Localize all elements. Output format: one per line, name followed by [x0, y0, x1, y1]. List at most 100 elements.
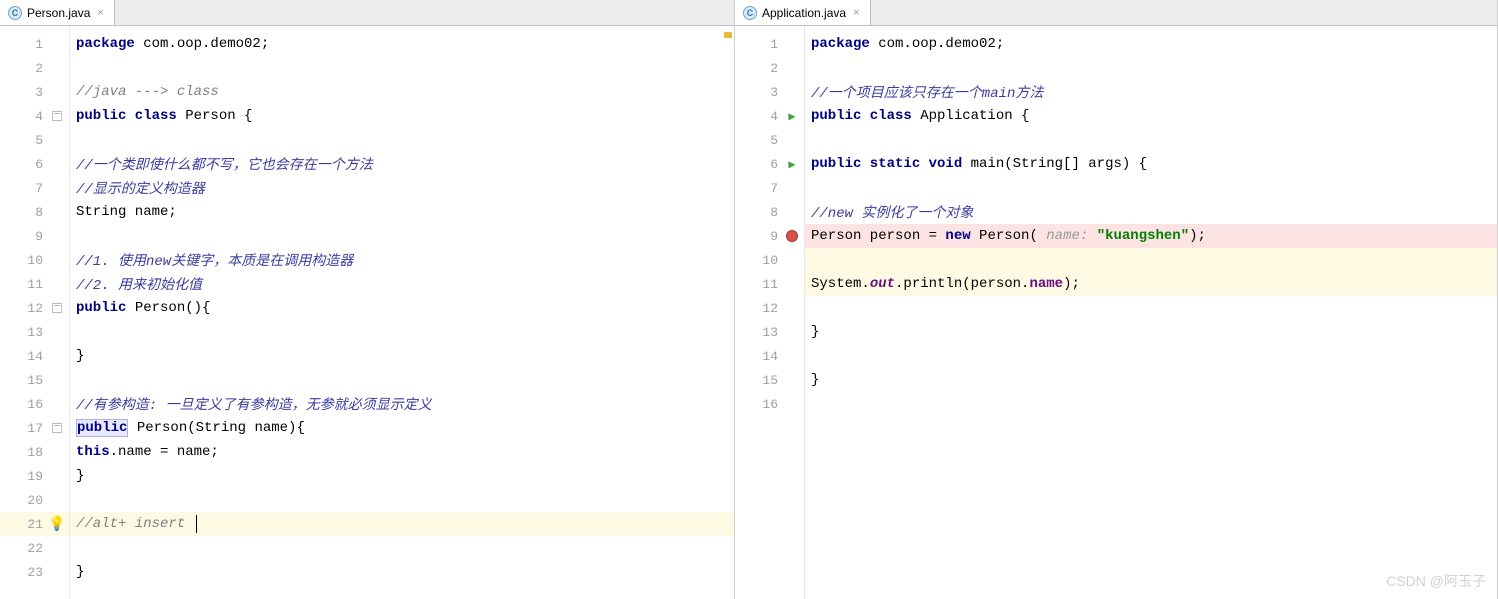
gutter-line[interactable]: 12: [735, 296, 804, 320]
code-line[interactable]: [805, 128, 1497, 152]
bulb-icon[interactable]: 💡: [49, 516, 65, 532]
code-line[interactable]: //alt+ insert: [70, 512, 734, 536]
gutter-line[interactable]: 10: [735, 248, 804, 272]
gutter-line[interactable]: 2: [0, 56, 69, 80]
gutter-line[interactable]: 3: [735, 80, 804, 104]
code-line[interactable]: //java ---> class: [70, 80, 734, 104]
code-line[interactable]: System.out.println(person.name);: [805, 272, 1497, 296]
run-icon[interactable]: ▶: [784, 156, 800, 172]
gutter-line[interactable]: 11: [0, 272, 69, 296]
code-line[interactable]: package com.oop.demo02;: [70, 32, 734, 56]
watermark: CSDN @阿玉子: [1386, 571, 1486, 591]
code-line[interactable]: [70, 488, 734, 512]
close-icon[interactable]: ×: [851, 7, 861, 19]
code-line[interactable]: public class Person {: [70, 104, 734, 128]
gutter-right: 1 2 3 4▶ 5 6▶ 7 8 9 10 11 12 13 14 15 16: [735, 26, 805, 599]
code-line[interactable]: Person person = new Person( name: "kuang…: [805, 224, 1497, 248]
code-line[interactable]: }: [70, 464, 734, 488]
editor-panel-right: Application.java × 1 2 3 4▶ 5 6▶ 7 8 9 1…: [735, 0, 1498, 599]
text-cursor: [196, 515, 197, 533]
gutter-line[interactable]: 11: [735, 272, 804, 296]
code-line[interactable]: //1. 使用new关键字，本质是在调用构造器: [70, 248, 734, 272]
gutter-line[interactable]: 4−: [0, 104, 69, 128]
close-icon[interactable]: ×: [95, 7, 105, 19]
gutter-line[interactable]: 22: [0, 536, 69, 560]
gutter-line[interactable]: 8: [735, 200, 804, 224]
code-line[interactable]: String name;: [70, 200, 734, 224]
code-line[interactable]: }: [70, 560, 734, 584]
gutter-line[interactable]: 10: [0, 248, 69, 272]
gutter-line[interactable]: 16: [0, 392, 69, 416]
gutter-line[interactable]: 4▶: [735, 104, 804, 128]
code-line[interactable]: [805, 344, 1497, 368]
gutter-line[interactable]: 15: [0, 368, 69, 392]
code-line[interactable]: this.name = name;: [70, 440, 734, 464]
code-line[interactable]: //显示的定义构造器: [70, 176, 734, 200]
gutter-line[interactable]: 18: [0, 440, 69, 464]
gutter-line[interactable]: 9: [735, 224, 804, 248]
gutter-left: 1 2 3 4− 5 6 7 8 9 10 11 12− 13 14 15 16…: [0, 26, 70, 599]
fold-icon[interactable]: −: [52, 303, 62, 313]
gutter-line[interactable]: 7: [735, 176, 804, 200]
gutter-line[interactable]: 6▶: [735, 152, 804, 176]
gutter-line[interactable]: 15: [735, 368, 804, 392]
fold-icon[interactable]: −: [52, 111, 62, 121]
gutter-line[interactable]: 17−: [0, 416, 69, 440]
code-line[interactable]: [70, 56, 734, 80]
gutter-line[interactable]: 23: [0, 560, 69, 584]
gutter-line[interactable]: 14: [735, 344, 804, 368]
code-line[interactable]: [70, 536, 734, 560]
editor-panel-left: Person.java × 1 2 3 4− 5 6 7 8 9 10 11 1…: [0, 0, 735, 599]
editor-left[interactable]: 1 2 3 4− 5 6 7 8 9 10 11 12− 13 14 15 16…: [0, 26, 734, 599]
gutter-line[interactable]: 13: [735, 320, 804, 344]
code-line[interactable]: [70, 320, 734, 344]
gutter-line[interactable]: 8: [0, 200, 69, 224]
gutter-line[interactable]: 20: [0, 488, 69, 512]
code-line[interactable]: [805, 296, 1497, 320]
code-line[interactable]: //一个项目应该只存在一个main方法: [805, 80, 1497, 104]
gutter-line[interactable]: 14: [0, 344, 69, 368]
gutter-line[interactable]: 3: [0, 80, 69, 104]
code-line[interactable]: [805, 248, 1497, 272]
code-line[interactable]: package com.oop.demo02;: [805, 32, 1497, 56]
code-line[interactable]: }: [805, 368, 1497, 392]
gutter-line[interactable]: 1: [735, 32, 804, 56]
gutter-line[interactable]: 6: [0, 152, 69, 176]
gutter-line[interactable]: 7: [0, 176, 69, 200]
code-right[interactable]: package com.oop.demo02; //一个项目应该只存在一个mai…: [805, 26, 1497, 599]
code-line[interactable]: public Person(){: [70, 296, 734, 320]
code-line[interactable]: //一个类即使什么都不写，它也会存在一个方法: [70, 152, 734, 176]
code-line[interactable]: public class Application {: [805, 104, 1497, 128]
gutter-line[interactable]: 16: [735, 392, 804, 416]
code-line[interactable]: [805, 392, 1497, 416]
code-line[interactable]: [805, 176, 1497, 200]
gutter-line[interactable]: 13: [0, 320, 69, 344]
code-left[interactable]: package com.oop.demo02; //java ---> clas…: [70, 26, 734, 599]
code-line[interactable]: [70, 128, 734, 152]
tab-application[interactable]: Application.java ×: [735, 0, 871, 25]
breakpoint-icon[interactable]: [784, 228, 800, 244]
gutter-line[interactable]: 12−: [0, 296, 69, 320]
tab-person[interactable]: Person.java ×: [0, 0, 115, 25]
gutter-line[interactable]: 5: [735, 128, 804, 152]
code-line[interactable]: [805, 56, 1497, 80]
code-line[interactable]: }: [70, 344, 734, 368]
gutter-line[interactable]: 1: [0, 32, 69, 56]
code-line[interactable]: }: [805, 320, 1497, 344]
tab-label: Application.java: [762, 6, 846, 20]
gutter-line[interactable]: 2: [735, 56, 804, 80]
run-icon[interactable]: ▶: [784, 108, 800, 124]
editor-right[interactable]: 1 2 3 4▶ 5 6▶ 7 8 9 10 11 12 13 14 15 16…: [735, 26, 1497, 599]
code-line[interactable]: //2. 用来初始化值: [70, 272, 734, 296]
gutter-line[interactable]: 19: [0, 464, 69, 488]
code-line[interactable]: //有参构造: 一旦定义了有参构造，无参就必须显示定义: [70, 392, 734, 416]
code-line[interactable]: public Person(String name){: [70, 416, 734, 440]
code-line[interactable]: [70, 224, 734, 248]
gutter-line[interactable]: 9: [0, 224, 69, 248]
gutter-line[interactable]: 21💡: [0, 512, 69, 536]
code-line[interactable]: //new 实例化了一个对象: [805, 200, 1497, 224]
code-line[interactable]: [70, 368, 734, 392]
gutter-line[interactable]: 5: [0, 128, 69, 152]
code-line[interactable]: public static void main(String[] args) {: [805, 152, 1497, 176]
fold-icon[interactable]: −: [52, 423, 62, 433]
